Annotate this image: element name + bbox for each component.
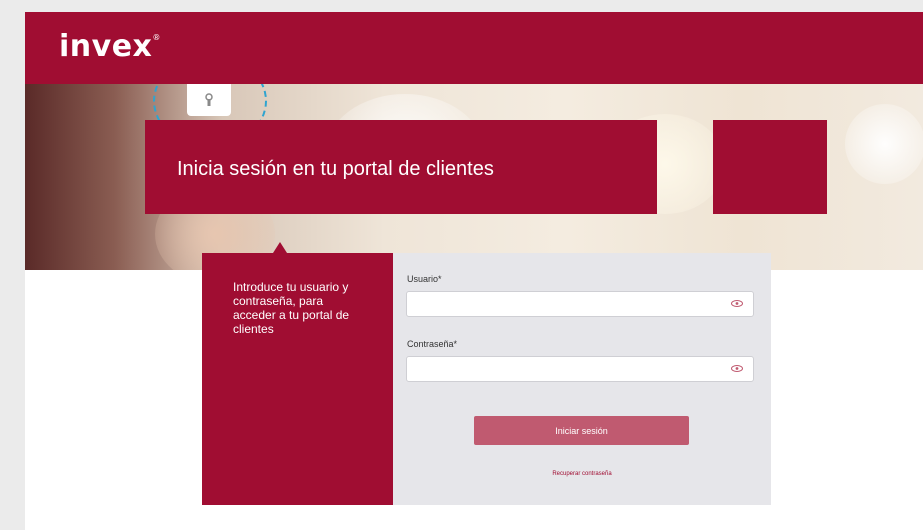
login-form: Usuario* Contraseña* Iniciar sesión Recu… xyxy=(393,253,771,505)
username-field[interactable] xyxy=(406,291,754,317)
password-label: Contraseña* xyxy=(407,339,458,349)
login-button[interactable]: Iniciar sesión xyxy=(474,416,689,445)
hero-title-box: Inicia sesión en tu portal de clientes xyxy=(145,120,657,214)
lock-icon xyxy=(187,84,231,116)
pointer-triangle xyxy=(273,242,287,253)
hero-light xyxy=(845,104,923,184)
username-label: Usuario* xyxy=(407,274,442,284)
invex-logo[interactable]: invex® xyxy=(59,29,161,64)
eye-icon[interactable] xyxy=(731,365,743,372)
eye-icon[interactable] xyxy=(731,300,743,307)
page: invex® Inicia sesión en tu portal de cli… xyxy=(25,12,923,530)
page-title: Inicia sesión en tu portal de clientes xyxy=(177,158,494,180)
top-bar: invex® xyxy=(25,12,923,84)
recover-password-link[interactable]: Recuperar contraseña xyxy=(393,471,771,477)
decorative-box xyxy=(713,120,827,214)
intro-text: Introduce tu usuario y contraseña, para … xyxy=(233,280,350,336)
intro-panel: Introduce tu usuario y contraseña, para … xyxy=(202,253,393,505)
password-field[interactable] xyxy=(406,356,754,382)
